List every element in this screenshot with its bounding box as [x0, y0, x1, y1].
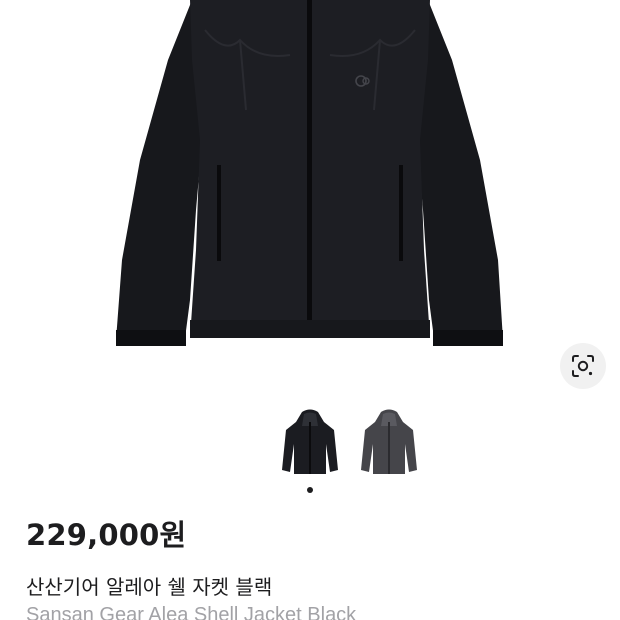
left-sleeve — [116, 0, 204, 346]
jacket-illustration — [116, 0, 503, 346]
carousel-indicator — [0, 487, 620, 493]
right-cuff — [433, 330, 503, 346]
product-title-english: Sansan Gear Alea Shell Jacket Black — [26, 604, 357, 620]
right-pocket-zip — [399, 165, 403, 261]
thumbnail-black-jacket — [282, 409, 338, 474]
visual-search-icon — [572, 355, 594, 377]
visual-search-button[interactable] — [560, 343, 606, 389]
carousel-dot-active[interactable] — [307, 487, 313, 493]
product-price: 229,000원 — [26, 518, 187, 552]
product-title-korean: 산산기어 알레아 쉘 자켓 블랙 — [26, 575, 273, 599]
thumbnail-black[interactable] — [278, 408, 342, 478]
thumbnail-charcoal[interactable] — [357, 408, 421, 478]
left-cuff — [116, 330, 186, 346]
thumbnail-strip — [0, 408, 620, 480]
main-product-image[interactable] — [0, 0, 620, 395]
product-page: 229,000원 산산기어 알레아 쉘 자켓 블랙 Sansan Gear Al… — [0, 0, 620, 620]
center-zipper — [307, 0, 312, 328]
left-pocket-zip — [217, 165, 221, 261]
thumbnail-charcoal-jacket — [361, 409, 417, 474]
